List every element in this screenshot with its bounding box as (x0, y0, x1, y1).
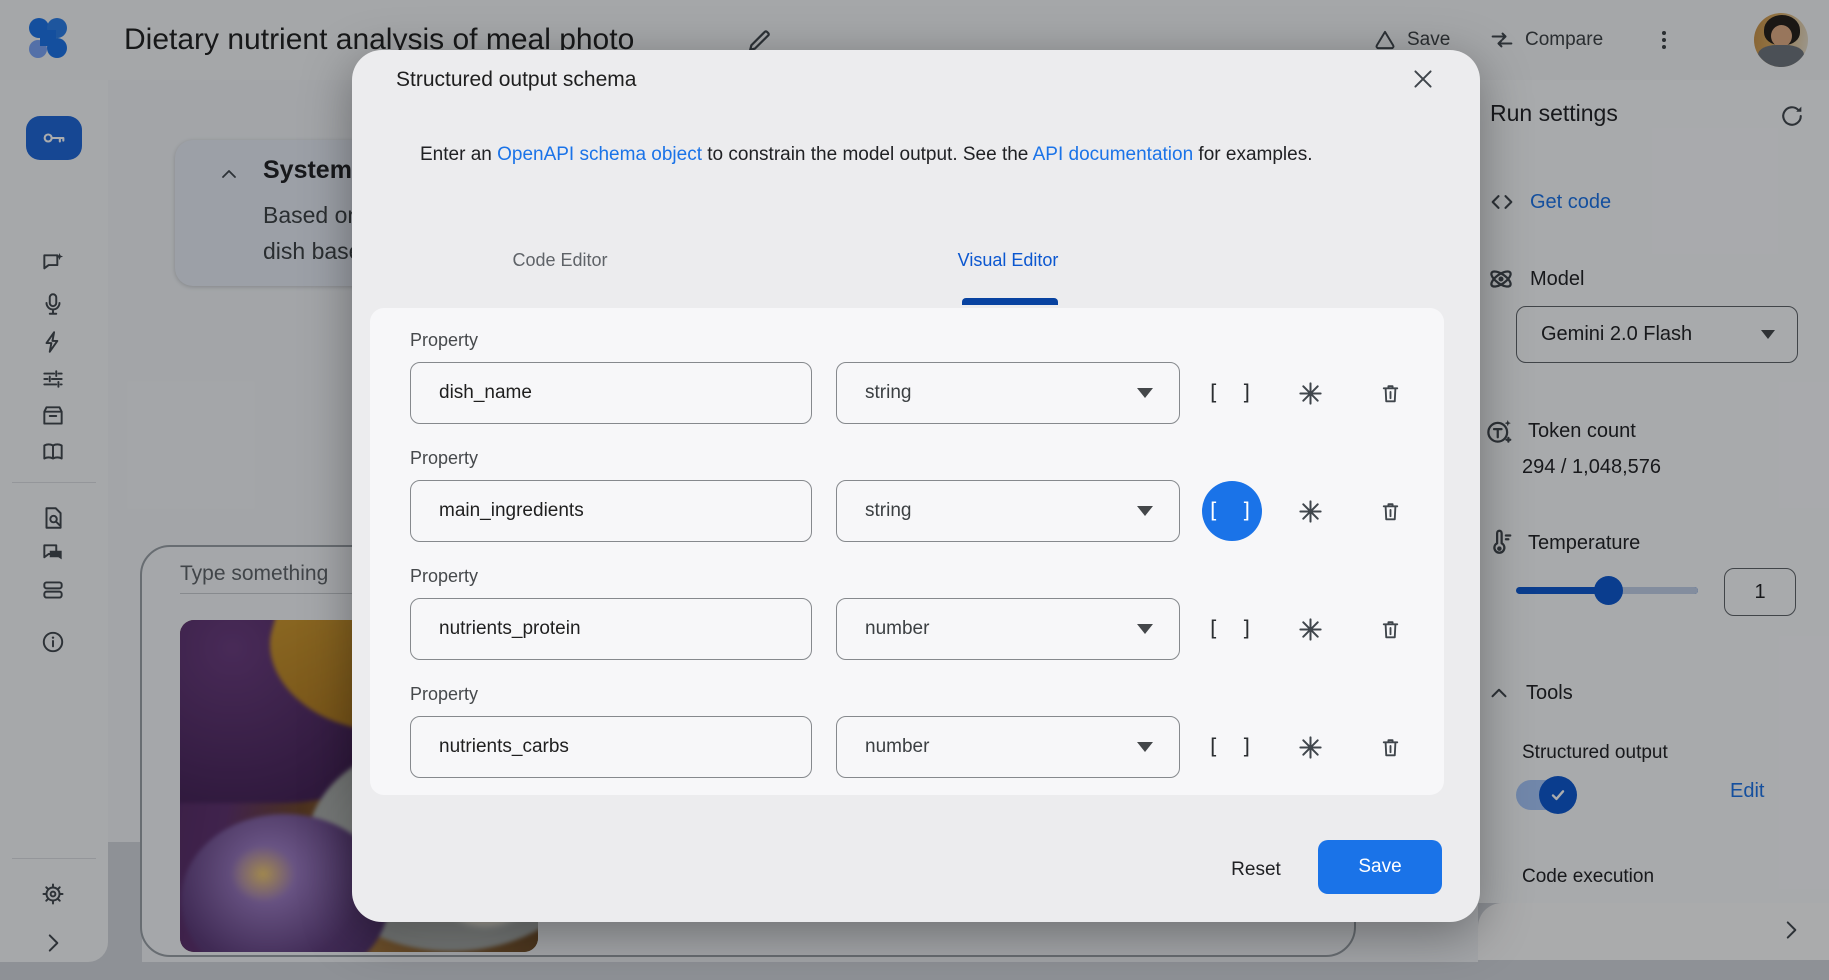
modal-title: Structured output schema (396, 66, 636, 94)
property-label: Property (410, 566, 478, 587)
property-label: Property (410, 330, 478, 351)
property-label: Property (410, 684, 478, 705)
schema-properties-panel: Property string [ ] (370, 308, 1444, 795)
required-toggle-button[interactable] (1279, 362, 1341, 424)
delete-property-button[interactable] (1359, 480, 1421, 542)
trash-icon (1378, 735, 1403, 760)
property-type-value: number (865, 736, 929, 758)
property-row: string [ ] (370, 362, 1444, 424)
trash-icon (1378, 381, 1403, 406)
property-label: Property (410, 448, 478, 469)
asterisk-icon (1297, 616, 1324, 643)
tab-visual-editor[interactable]: Visual Editor (958, 250, 1059, 271)
property-type-value: string (865, 500, 911, 522)
active-tab-underline (962, 298, 1058, 305)
desc-text: to constrain the model output. See the (702, 144, 1033, 165)
reset-button[interactable]: Reset (1208, 848, 1304, 892)
array-toggle-button[interactable]: [ ] (1201, 480, 1263, 542)
required-toggle-button[interactable] (1279, 598, 1341, 660)
required-toggle-button[interactable] (1279, 480, 1341, 542)
property-type-value: string (865, 382, 911, 404)
close-modal-button[interactable] (1408, 64, 1438, 94)
property-name-input[interactable] (410, 480, 812, 542)
desc-text: for examples. (1193, 144, 1312, 165)
chevron-down-icon (1137, 506, 1153, 516)
property-type-select[interactable]: string (836, 362, 1180, 424)
chevron-down-icon (1137, 388, 1153, 398)
asterisk-icon (1297, 734, 1324, 761)
property-name-input[interactable] (410, 716, 812, 778)
delete-property-button[interactable] (1359, 598, 1421, 660)
property-row: number [ ] (370, 598, 1444, 660)
delete-property-button[interactable] (1359, 362, 1421, 424)
close-icon (1410, 66, 1436, 92)
modal-description: Enter an OpenAPI schema object to constr… (420, 144, 1430, 166)
chevron-down-icon (1137, 624, 1153, 634)
property-type-select[interactable]: number (836, 598, 1180, 660)
openapi-schema-link[interactable]: OpenAPI schema object (497, 144, 702, 165)
property-type-select[interactable]: number (836, 716, 1180, 778)
property-type-value: number (865, 618, 929, 640)
modal-save-button[interactable]: Save (1318, 840, 1442, 894)
array-toggle-button[interactable]: [ ] (1201, 716, 1263, 778)
trash-icon (1378, 499, 1403, 524)
property-row: string [ ] (370, 480, 1444, 542)
ai-studio-app: Dietary nutrient analysis of meal photo … (0, 0, 1829, 980)
property-type-select[interactable]: string (836, 480, 1180, 542)
asterisk-icon (1297, 498, 1324, 525)
property-name-input[interactable] (410, 362, 812, 424)
array-toggle-button[interactable]: [ ] (1201, 598, 1263, 660)
required-toggle-button[interactable] (1279, 716, 1341, 778)
structured-output-modal: Structured output schema Enter an OpenAP… (352, 50, 1480, 922)
trash-icon (1378, 617, 1403, 642)
chevron-down-icon (1137, 742, 1153, 752)
api-documentation-link[interactable]: API documentation (1033, 144, 1194, 165)
array-toggle-button[interactable]: [ ] (1201, 362, 1263, 424)
tab-code-editor[interactable]: Code Editor (512, 250, 607, 271)
delete-property-button[interactable] (1359, 716, 1421, 778)
asterisk-icon (1297, 380, 1324, 407)
desc-text: Enter an (420, 144, 497, 165)
property-name-input[interactable] (410, 598, 812, 660)
property-row: number [ ] (370, 716, 1444, 778)
